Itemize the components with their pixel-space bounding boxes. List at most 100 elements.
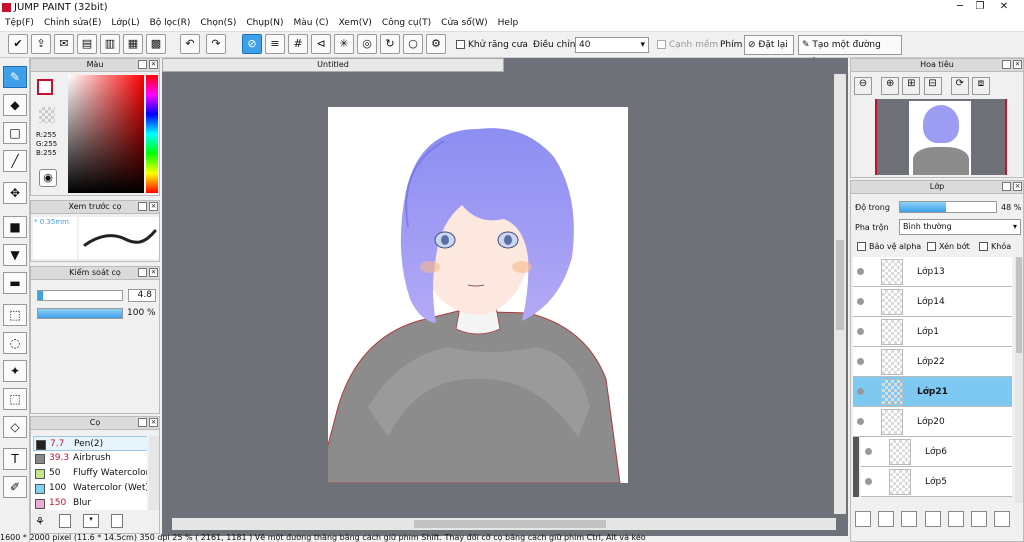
new-text-layer-icon[interactable] — [901, 511, 918, 527]
protect-alpha-checkbox[interactable] — [857, 242, 866, 251]
undock-icon[interactable] — [138, 60, 147, 69]
brush-size-slider[interactable] — [37, 290, 123, 301]
new-icon[interactable]: ✔ — [8, 34, 28, 54]
text-tool-icon[interactable]: T — [3, 448, 27, 470]
curve-icon[interactable]: ↻ — [380, 34, 400, 54]
parallel-snap-icon[interactable]: ≡ — [265, 34, 285, 54]
radial-icon[interactable]: ✳ — [334, 34, 354, 54]
color-picker-square[interactable] — [68, 75, 144, 193]
close-icon[interactable]: × — [149, 268, 158, 277]
layer-opacity-slider[interactable] — [899, 201, 997, 213]
merge-down-icon[interactable] — [994, 511, 1011, 527]
hue-slider[interactable] — [146, 75, 158, 193]
gradient-tool-icon[interactable]: ▬ — [3, 272, 27, 294]
actual-size-icon[interactable]: ⊟ — [923, 77, 942, 95]
visibility-icon[interactable] — [865, 478, 872, 485]
fill-rect-icon[interactable]: ■ — [3, 216, 27, 238]
canvas-tab[interactable]: Untitled — [162, 58, 504, 72]
select-pen-icon[interactable]: ⬚ — [3, 388, 27, 410]
palette-icon[interactable]: ◉ — [39, 169, 57, 187]
scroll-thumb[interactable] — [1016, 257, 1022, 353]
brush-tool-icon[interactable]: ✎ — [3, 66, 27, 88]
layer-row[interactable]: Lớp22 — [853, 347, 1012, 377]
layer-row[interactable]: Lớp5 — [861, 467, 1012, 497]
blend-mode-select[interactable]: Bình thường ▾ — [899, 219, 1021, 235]
close-icon[interactable]: × — [149, 202, 158, 211]
brush-item[interactable]: 100 Watercolor (Wet) — [33, 481, 147, 496]
undock-icon[interactable] — [138, 202, 147, 211]
select-eraser-icon[interactable]: ◇ — [3, 416, 27, 438]
close-icon[interactable]: × — [1013, 182, 1022, 191]
line-tool-icon[interactable]: ╱ — [3, 150, 27, 172]
brush-folder-icon[interactable]: ▾ — [83, 514, 99, 528]
menu-layer[interactable]: Lớp(L) — [106, 16, 144, 30]
clip-checkbox[interactable] — [927, 242, 936, 251]
reset-button[interactable]: ⊘ Đặt lại — [744, 35, 794, 55]
settings-icon[interactable]: ⚙ — [426, 34, 446, 54]
rotate-icon[interactable]: ⟳ — [950, 77, 969, 95]
menu-capture[interactable]: Chụp(N) — [241, 16, 288, 30]
layer-row[interactable]: Lớp1 — [853, 317, 1012, 347]
flip-icon[interactable]: ⧈ — [971, 77, 990, 95]
menu-view[interactable]: Xem(V) — [334, 16, 377, 30]
perspective-icon[interactable]: ⊲ — [311, 34, 331, 54]
brush-list-scrollbar[interactable] — [149, 436, 159, 510]
eyedropper-tool-icon[interactable]: ✐ — [3, 476, 27, 498]
brush-item[interactable]: 7.7 Pen(2) — [33, 436, 147, 451]
redo-icon[interactable]: ↷ — [206, 34, 226, 54]
protect-alpha-option[interactable]: Bảo vệ alpha — [857, 242, 921, 251]
new-halftone-layer-icon[interactable] — [924, 511, 941, 527]
visibility-icon[interactable] — [865, 448, 872, 455]
brush-add-icon[interactable]: ⚘ — [35, 515, 45, 528]
soft-edge-checkbox[interactable] — [657, 40, 666, 49]
layer-doc-icon[interactable]: ▦ — [123, 34, 143, 54]
visibility-icon[interactable] — [857, 328, 864, 335]
layer-row[interactable]: Lớp14 — [853, 287, 1012, 317]
menu-edit[interactable]: Chỉnh sửa(E) — [39, 16, 106, 30]
layer-row[interactable]: Lớp13 — [853, 257, 1012, 287]
new-folder-icon[interactable] — [947, 511, 964, 527]
snap-off-icon[interactable]: ⊘ — [242, 34, 262, 54]
clip-option[interactable]: Xén bớt — [927, 242, 970, 251]
maximize-icon[interactable]: ❐ — [972, 0, 988, 14]
menu-tools[interactable]: Công cụ(T) — [377, 16, 436, 30]
move-tool-icon[interactable]: ✥ — [3, 182, 27, 204]
new-layer-icon[interactable] — [855, 511, 871, 527]
brush-item[interactable]: 50 Fluffy Watercolor — [33, 466, 147, 481]
brush-settings-icon[interactable] — [111, 514, 123, 528]
export-icon[interactable]: ⇪ — [31, 34, 51, 54]
soft-edge-option[interactable]: Cạnh mềm — [657, 40, 718, 50]
close-icon[interactable]: ✕ — [996, 0, 1012, 14]
foreground-color-swatch[interactable] — [37, 79, 53, 95]
eraser-tool-icon[interactable]: ◆ — [3, 94, 27, 116]
lock-option[interactable]: Khóa — [979, 242, 1011, 251]
grid-snap-icon[interactable]: # — [288, 34, 308, 54]
canvas-horizontal-scrollbar[interactable] — [172, 518, 836, 530]
menu-select[interactable]: Chọn(S) — [195, 16, 241, 30]
message-icon[interactable]: ▤ — [77, 34, 97, 54]
circle-icon[interactable]: ○ — [403, 34, 423, 54]
close-icon[interactable]: × — [149, 418, 158, 427]
menu-window[interactable]: Cửa sổ(W) — [436, 16, 492, 30]
navigator-preview[interactable] — [875, 99, 1007, 175]
visibility-icon[interactable] — [857, 298, 864, 305]
menu-filter[interactable]: Bộ lọc(R) — [145, 16, 196, 30]
canvas-vertical-scrollbar[interactable] — [834, 74, 846, 514]
minimize-icon[interactable]: ─ — [952, 0, 968, 14]
menu-file[interactable]: Tệp(F) — [0, 16, 39, 30]
drawing-canvas[interactable] — [328, 107, 628, 483]
layer-row-selected[interactable]: Lớp21 — [853, 377, 1012, 407]
undock-icon[interactable] — [138, 418, 147, 427]
brush-size-input[interactable]: 4.8 — [128, 289, 156, 302]
rect-tool-icon[interactable]: □ — [3, 122, 27, 144]
close-icon[interactable]: × — [149, 60, 158, 69]
straight-line-button[interactable]: ✎ Tạo một đường thẳng — [798, 35, 902, 68]
adjust-select[interactable]: 40 ▾ — [575, 37, 649, 53]
layer-row[interactable]: Lớp6 — [861, 437, 1012, 467]
visibility-icon[interactable] — [857, 388, 864, 395]
transparent-color-swatch[interactable] — [39, 107, 55, 123]
comment-icon[interactable]: ✉ — [54, 34, 74, 54]
menu-help[interactable]: Help — [493, 16, 524, 30]
undock-icon[interactable] — [1002, 182, 1011, 191]
menu-color[interactable]: Màu (C) — [289, 16, 334, 30]
